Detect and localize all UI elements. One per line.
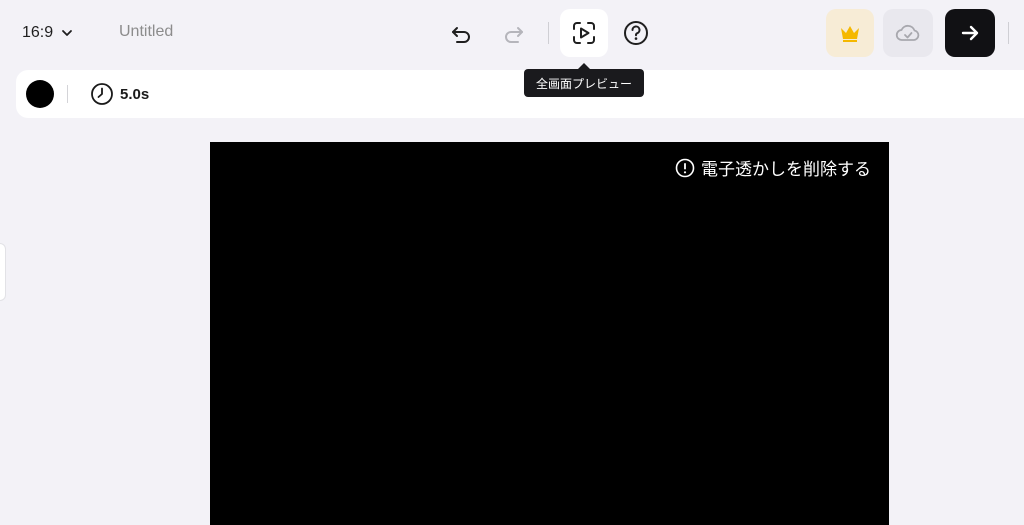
cloud-save-button[interactable]: [883, 9, 933, 57]
redo-button[interactable]: [490, 9, 538, 57]
project-title[interactable]: Untitled: [119, 23, 173, 41]
element-toolbar: 5.0s: [16, 70, 1024, 118]
remove-watermark-label: 電子透かしを削除する: [701, 160, 871, 179]
duration-value: 5.0s: [120, 85, 150, 103]
crown-icon: [841, 26, 859, 42]
next-button[interactable]: [945, 9, 995, 57]
undo-icon: [452, 27, 470, 43]
redo-icon: [505, 27, 523, 43]
toolbar-divider: [1008, 22, 1009, 44]
aspect-ratio-label: 16:9: [22, 24, 54, 41]
side-panel-handle[interactable]: [0, 243, 6, 301]
duration-control[interactable]: 5.0s: [90, 82, 149, 106]
info-icon: [675, 158, 695, 177]
fullscreen-preview-icon: [573, 22, 595, 44]
toolbar-divider: [548, 22, 549, 44]
video-canvas[interactable]: 電子透かしを削除する: [210, 142, 889, 525]
remove-watermark-button[interactable]: 電子透かしを削除する: [675, 155, 871, 180]
toolbar-divider: [67, 85, 68, 103]
chevron-down-icon: [62, 30, 73, 36]
top-bar: 16:9 Untitled: [0, 0, 1024, 68]
background-color-swatch[interactable]: [26, 80, 54, 108]
fullscreen-preview-button[interactable]: [560, 9, 608, 57]
clock-icon: [91, 83, 113, 105]
undo-button[interactable]: [437, 9, 485, 57]
premium-button[interactable]: [826, 9, 874, 57]
preview-tooltip: 全画面プレビュー: [524, 63, 644, 97]
cloud-icon: [895, 24, 920, 41]
help-button[interactable]: [612, 9, 660, 57]
arrow-right-icon: [961, 25, 979, 41]
aspect-ratio-dropdown[interactable]: 16:9: [22, 20, 73, 46]
help-icon: [624, 21, 648, 45]
